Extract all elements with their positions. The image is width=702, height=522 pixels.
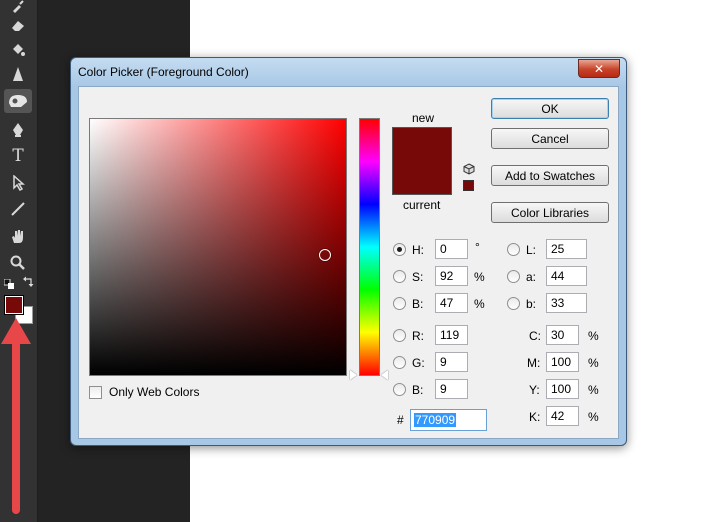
new-label: new [412, 111, 435, 125]
eraser-icon[interactable] [4, 13, 32, 37]
brightness-unit: % [474, 297, 485, 311]
new-color-swatch [392, 127, 452, 161]
type-icon[interactable]: T [4, 144, 32, 168]
default-colors-icon[interactable] [3, 278, 14, 292]
brightness-field[interactable]: 47 [435, 293, 468, 313]
add-to-swatches-button[interactable]: Add to Swatches [491, 165, 609, 186]
line-icon[interactable] [4, 197, 32, 221]
radio-lightness[interactable] [507, 243, 520, 256]
tools-panel: T [0, 0, 38, 522]
blue-field[interactable]: 9 [435, 379, 468, 399]
lab-a-label: a: [526, 270, 537, 284]
warning-color-swatch[interactable] [463, 180, 474, 191]
close-icon: ✕ [593, 61, 605, 76]
radio-blue[interactable] [393, 383, 406, 396]
zoom-icon[interactable] [4, 251, 32, 275]
foreground-color-swatch[interactable] [4, 295, 24, 315]
radio-saturation[interactable] [393, 270, 406, 283]
yellow-unit: % [588, 383, 599, 397]
dialog-title: Color Picker (Foreground Color) [78, 65, 249, 79]
red-label: R: [412, 329, 424, 343]
current-label: current [403, 198, 441, 212]
lab-l-field[interactable]: 25 [546, 239, 587, 259]
black-unit: % [588, 410, 599, 424]
hand-icon[interactable] [4, 225, 32, 249]
cyan-label: C: [529, 329, 541, 343]
magenta-field[interactable]: 100 [546, 352, 579, 372]
saturation-label: S: [412, 270, 424, 284]
cyan-field[interactable]: 30 [546, 325, 579, 345]
brightness-label: B: [412, 297, 424, 311]
yellow-field[interactable]: 100 [546, 379, 579, 399]
only-web-colors-checkbox[interactable] [89, 386, 102, 399]
saturation-unit: % [474, 270, 485, 284]
magenta-unit: % [588, 356, 599, 370]
swap-colors-icon[interactable] [23, 276, 34, 290]
ok-button[interactable]: OK [491, 98, 609, 119]
sharpen-icon[interactable] [4, 62, 32, 86]
pen-icon[interactable] [4, 118, 32, 142]
radio-green[interactable] [393, 356, 406, 369]
current-color-swatch[interactable] [392, 161, 452, 195]
blur-icon[interactable] [4, 89, 32, 113]
color-picker-dialog: Color Picker (Foreground Color) ✕ new cu… [70, 57, 627, 446]
color-field-picker[interactable] [319, 249, 331, 261]
radio-lab-b[interactable] [507, 297, 520, 310]
cancel-button[interactable]: Cancel [491, 128, 609, 149]
hue-label: H: [412, 243, 424, 257]
hue-field[interactable]: 0 [435, 239, 468, 259]
radio-lab-a[interactable] [507, 270, 520, 283]
path-selection-icon[interactable] [4, 171, 32, 195]
lab-a-field[interactable]: 44 [546, 266, 587, 286]
radio-brightness[interactable] [393, 297, 406, 310]
only-web-colors-label: Only Web Colors [109, 385, 200, 399]
red-arrow-annotation [1, 318, 31, 514]
red-field[interactable]: 119 [435, 325, 468, 345]
magenta-label: M: [527, 356, 541, 370]
yellow-label: Y: [529, 383, 540, 397]
hue-slider-right-handle[interactable] [381, 370, 388, 380]
out-of-gamut-warning-icon[interactable] [463, 163, 475, 178]
color-libraries-button[interactable]: Color Libraries [491, 202, 609, 223]
hue-slider[interactable] [359, 118, 380, 376]
close-button[interactable]: ✕ [578, 59, 620, 78]
dialog-titlebar: Color Picker (Foreground Color) ✕ [71, 58, 626, 86]
color-field[interactable] [89, 118, 347, 376]
hex-value: 770909 [414, 413, 457, 427]
radio-red[interactable] [393, 329, 406, 342]
black-label: K: [529, 410, 541, 424]
dialog-body: new current OK Cancel Add to Swatches Co… [78, 86, 619, 439]
blue-label: B: [412, 383, 424, 397]
radio-hue[interactable] [393, 243, 406, 256]
green-label: G: [412, 356, 425, 370]
lab-b-label: b: [526, 297, 537, 311]
paint-bucket-icon[interactable] [4, 37, 32, 61]
hue-slider-left-handle[interactable] [350, 370, 357, 380]
hex-label: # [397, 413, 404, 427]
hue-unit: ° [475, 240, 480, 254]
saturation-field[interactable]: 92 [435, 266, 468, 286]
green-field[interactable]: 9 [435, 352, 468, 372]
black-field[interactable]: 42 [546, 406, 579, 426]
hex-field[interactable]: 770909 [410, 409, 487, 431]
lab-l-label: L: [526, 243, 537, 257]
cyan-unit: % [588, 329, 599, 343]
lab-b-field[interactable]: 33 [546, 293, 587, 313]
